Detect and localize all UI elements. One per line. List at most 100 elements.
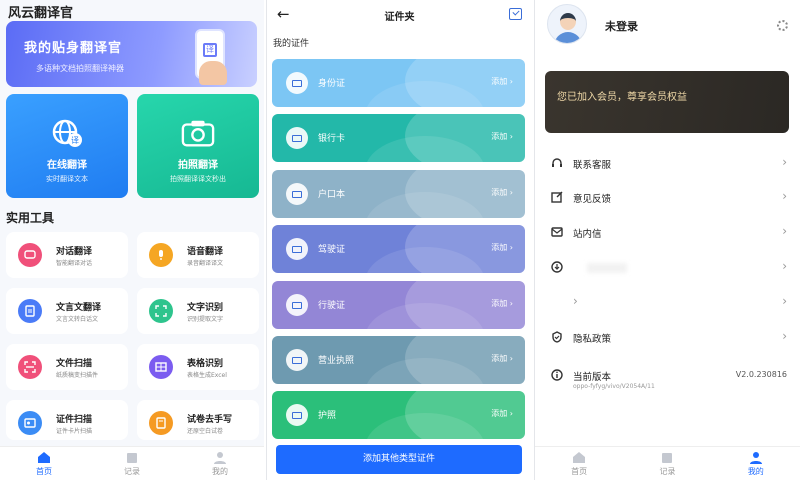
home-icon bbox=[573, 452, 586, 463]
info-icon bbox=[551, 369, 563, 381]
add-link[interactable]: 添加 › bbox=[491, 353, 513, 364]
avatar[interactable] bbox=[547, 4, 587, 44]
doc-name: 护照 bbox=[318, 411, 337, 421]
menu-label: 当前版本 bbox=[573, 372, 612, 383]
tab-home[interactable]: 首页 bbox=[535, 447, 623, 480]
add-label: 添加 bbox=[491, 409, 508, 418]
doc-id-card[interactable]: 身份证 添加 › bbox=[272, 59, 525, 107]
tool-title: 文言文翻译 bbox=[56, 303, 102, 313]
tool-subtitle: 智能翻译对话 bbox=[56, 260, 93, 267]
doc-driver-license[interactable]: 驾驶证 添加 › bbox=[272, 225, 525, 273]
version-sub: oppo-fyfyg/vivo/V2054A/11 bbox=[573, 383, 655, 390]
tool-text-recognition[interactable]: 文字识别 识别提取文字 bbox=[137, 288, 259, 334]
doc-business-license[interactable]: 营业执照 添加 › bbox=[272, 336, 525, 384]
calendar-icon bbox=[127, 453, 137, 463]
card-subtitle: 实时翻译文本 bbox=[46, 175, 88, 183]
download-icon bbox=[551, 261, 563, 273]
home-banner[interactable]: 我的贴身翻译官 多语种文档拍照翻译神器 译 bbox=[6, 21, 257, 87]
add-link[interactable]: 添加 › bbox=[491, 76, 513, 87]
menu-obscured-1[interactable]: › bbox=[547, 256, 787, 280]
add-link[interactable]: 添加 › bbox=[491, 408, 513, 419]
doc-household[interactable]: 户口本 添加 › bbox=[272, 170, 525, 218]
microphone-icon bbox=[149, 243, 173, 267]
tool-remove-handwriting[interactable]: 试卷去手写 还原空白试卷 bbox=[137, 400, 259, 440]
doc-vehicle-license[interactable]: 行驶证 添加 › bbox=[272, 281, 525, 329]
doc-name: 户口本 bbox=[318, 190, 346, 200]
tool-table-recognition[interactable]: 表格识别 表格生成Excel bbox=[137, 344, 259, 390]
chevron-right-icon: › bbox=[782, 259, 787, 273]
tab-home[interactable]: 首页 bbox=[0, 447, 88, 480]
calendar-icon bbox=[662, 453, 673, 463]
vip-banner[interactable]: 您已加入会员，尊享会员权益 bbox=[545, 71, 789, 133]
card-title: 在线翻译 bbox=[47, 160, 87, 171]
menu-contact-service[interactable]: 联系客服 › bbox=[547, 152, 787, 176]
bottom-tab-bar: 首页 记录 我的 bbox=[0, 446, 264, 480]
online-translate-card[interactable]: 译 在线翻译 实时翻译文本 bbox=[6, 94, 128, 198]
banner-icon-char: 译 bbox=[203, 43, 217, 57]
menu-privacy-policy[interactable]: 隐私政策 › bbox=[547, 326, 787, 350]
username[interactable]: 未登录 bbox=[605, 18, 638, 34]
banner-title: 我的贴身翻译官 bbox=[24, 41, 123, 56]
add-other-doc-button[interactable]: 添加其他类型证件 bbox=[276, 445, 522, 474]
edit-icon[interactable] bbox=[509, 8, 522, 20]
tool-title: 语音翻译 bbox=[187, 247, 224, 257]
obscured-label bbox=[587, 263, 627, 273]
doc-name: 营业执照 bbox=[318, 356, 355, 366]
tab-mine[interactable]: 我的 bbox=[712, 447, 800, 480]
menu-obscured-2[interactable]: › › bbox=[547, 291, 787, 315]
section-title: 实用工具 bbox=[6, 211, 55, 225]
house-icon bbox=[286, 183, 308, 205]
home-icon bbox=[38, 452, 50, 463]
add-label: 添加 bbox=[491, 243, 508, 252]
menu-feedback[interactable]: 意见反馈 › bbox=[547, 186, 787, 210]
menu-inbox[interactable]: 站内信 › bbox=[547, 221, 787, 245]
gear-icon[interactable] bbox=[777, 20, 788, 31]
tool-id-scan[interactable]: 证件扫描 证件卡片扫描 bbox=[6, 400, 128, 440]
camera-icon bbox=[181, 116, 215, 150]
page-title: 证件夹 bbox=[384, 12, 415, 23]
hand-illustration bbox=[199, 61, 227, 85]
profile-screen: 未登录 您已加入会员，尊享会员权益 联系客服 › 意见反馈 › 站内信 › › … bbox=[534, 0, 800, 480]
card-title: 拍照翻译 bbox=[178, 160, 218, 171]
tool-subtitle: 表格生成Excel bbox=[187, 372, 227, 379]
tab-records[interactable]: 记录 bbox=[88, 447, 176, 480]
add-link[interactable]: 添加 › bbox=[491, 187, 513, 198]
tab-label: 我的 bbox=[747, 467, 764, 476]
menu-label: 站内信 bbox=[573, 229, 602, 240]
menu-label: 联系客服 bbox=[573, 160, 612, 171]
tool-subtitle: 证件卡片扫描 bbox=[56, 428, 93, 435]
doc-name: 驾驶证 bbox=[318, 245, 346, 255]
chat-icon bbox=[18, 243, 42, 267]
menu-label: 意见反馈 bbox=[573, 194, 612, 205]
tool-classical-translate[interactable]: 文言文翻译 文言文转白话文 bbox=[6, 288, 128, 334]
add-link[interactable]: 添加 › bbox=[491, 131, 513, 142]
doc-name: 行驶证 bbox=[318, 301, 346, 311]
tool-dialog-translate[interactable]: 对话翻译 智能翻译对话 bbox=[6, 232, 128, 278]
tool-subtitle: 识别提取文字 bbox=[187, 316, 224, 323]
photo-translate-card[interactable]: 拍照翻译 拍照翻译译文秒出 bbox=[137, 94, 259, 198]
card-subtitle: 拍照翻译译文秒出 bbox=[170, 175, 226, 183]
tool-title: 表格识别 bbox=[187, 359, 224, 369]
doc-passport[interactable]: 护照 添加 › bbox=[272, 391, 525, 439]
tab-mine[interactable]: 我的 bbox=[176, 447, 264, 480]
mail-icon bbox=[551, 227, 563, 237]
table-icon bbox=[149, 355, 173, 379]
chevron-right-icon: › bbox=[573, 294, 578, 308]
section-title: 我的证件 bbox=[273, 39, 310, 49]
tool-file-scan[interactable]: 文件扫描 纸质稿变扫描件 bbox=[6, 344, 128, 390]
user-icon bbox=[749, 452, 762, 464]
doc-bank-card[interactable]: 银行卡 添加 › bbox=[272, 114, 525, 162]
add-label: 添加 bbox=[491, 77, 508, 86]
chevron-right-icon: › bbox=[782, 189, 787, 203]
bank-card-icon bbox=[286, 127, 308, 149]
scan-icon bbox=[18, 355, 42, 379]
tool-title: 文字识别 bbox=[187, 303, 224, 313]
paper-icon bbox=[149, 411, 173, 435]
globe-icon: 译 bbox=[50, 116, 84, 150]
add-link[interactable]: 添加 › bbox=[491, 298, 513, 309]
add-link[interactable]: 添加 › bbox=[491, 242, 513, 253]
license-icon bbox=[286, 238, 308, 260]
tool-voice-translate[interactable]: 语音翻译 录音翻译译文 bbox=[137, 232, 259, 278]
tab-label: 记录 bbox=[659, 467, 676, 476]
tab-records[interactable]: 记录 bbox=[623, 447, 711, 480]
